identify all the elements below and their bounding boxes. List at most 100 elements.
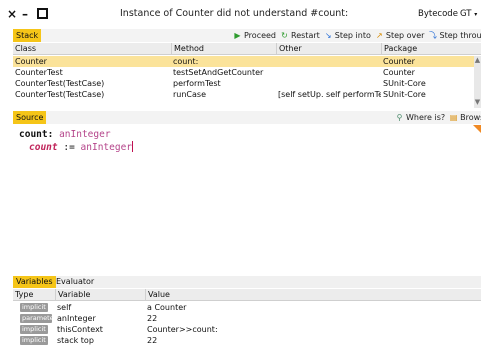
variable-value: Counter>>count: [147,325,218,334]
column-header-variable[interactable]: Variable [55,289,145,301]
modified-corner-icon [473,125,481,133]
variables-tab-bar: Variables Evaluator [13,276,481,288]
stack-cell-class: Counter [15,57,47,66]
stack-row[interactable]: CounterTest testSetAndGetCounter Counter [13,67,481,78]
step-over-icon: ↗ [376,31,383,40]
step-into-button[interactable]: ↘ Step into [324,31,371,40]
close-icon[interactable]: × [7,7,17,21]
restart-icon: ↻ [281,31,288,40]
column-header-type[interactable]: Type [13,289,55,301]
method-selector: count: [19,129,54,140]
column-header-method[interactable]: Method [171,43,276,55]
magnifier-icon: ⚲ [396,113,403,122]
stack-table: Class Method Other Package Counter count… [13,43,481,108]
bytecode-button[interactable]: Bytecode [418,9,458,19]
stack-cell-class: CounterTest(TestCase) [15,90,105,99]
variable-row[interactable]: implicit stack top 22 [13,335,481,346]
window-title: Instance of Counter did not understand #… [120,8,349,19]
step-through-label: Step through [439,31,481,40]
minimize-icon[interactable]: – [22,7,28,21]
variable-value: 22 [147,314,158,323]
scroll-up-icon[interactable]: ▲ [474,56,481,64]
column-header-class[interactable]: Class [13,43,173,55]
assignment-operator: := [63,142,75,153]
stack-cell-other [276,56,381,67]
variable-type-badge: implicit [20,325,48,334]
stack-cell-other [276,78,381,89]
variable-row[interactable]: implicit thisContext Counter>>count: [13,324,481,335]
column-header-value[interactable]: Value [145,289,475,301]
debugger-window: × – Instance of Counter did not understa… [0,0,481,358]
method-argument: anInteger [59,129,111,140]
column-header-other[interactable]: Other [276,43,381,55]
gt-label: GT [460,9,472,19]
variable-name: self [57,303,72,312]
stack-cell-package: SUnit-Core [383,79,426,88]
variable-row[interactable]: parameter anInteger 22 [13,313,481,324]
tab-evaluator[interactable]: Evaluator [53,276,97,288]
tab-variables[interactable]: Variables [13,276,56,288]
assigned-argument: anInteger [80,142,133,153]
variable-value: 22 [147,336,158,345]
play-icon: ▶ [234,31,241,40]
step-over-button[interactable]: ↗ Step over [375,31,425,40]
stack-row[interactable]: CounterTest(TestCase) performTest SUnit-… [13,78,481,89]
where-is-label: Where is? [406,113,446,122]
source-line: count: anInteger [19,129,111,140]
stack-cell-package: Counter [383,57,415,66]
stack-table-header: Class Method Other Package [13,43,481,55]
stack-toolbar: ▶ Proceed ↻ Restart ↘ Step into ↗ Step o… [233,29,481,42]
scroll-down-icon[interactable]: ▼ [474,98,481,106]
stack-cell-other: [self setUp. self performTest [278,90,381,99]
variable-value: a Counter [147,303,187,312]
browse-icon: ▤ [449,113,458,122]
stack-row[interactable]: CounterTest(TestCase) runCase [self setU… [13,89,481,100]
source-toolbar-bar: Source ⚲ Where is? ▤ Browse [13,111,481,124]
browse-label: Browse [460,113,481,122]
stack-toolbar-bar: Stack ▶ Proceed ↻ Restart ↘ Step into ↗ … [13,29,481,42]
stack-cell-method: testSetAndGetCounter [173,68,264,77]
tab-source[interactable]: Source [13,111,47,124]
stack-cell-method: performTest [173,79,221,88]
proceed-label: Proceed [244,31,277,40]
stack-cell-class: CounterTest [15,68,63,77]
stack-cell-other [276,67,381,78]
browse-button[interactable]: ▤ Browse [449,113,481,122]
step-into-label: Step into [334,31,371,40]
instance-variable: count [29,142,58,153]
variable-type-badge: parameter [20,314,52,323]
stack-cell-package: Counter [383,68,415,77]
variable-name: stack top [57,336,94,345]
variables-table: Type Variable Value implicit self a Coun… [13,289,481,358]
variable-row[interactable]: implicit self a Counter [13,302,481,313]
where-is-button[interactable]: ⚲ Where is? [395,113,446,122]
stack-cell-method: count: [173,57,199,66]
step-into-icon: ↘ [324,31,332,40]
source-editor[interactable]: count: anInteger count := anInteger [13,125,481,270]
stack-cell-class: CounterTest(TestCase) [15,79,105,88]
chevron-down-icon: ▾ [474,11,478,18]
left-gutter [0,28,13,358]
proceed-button[interactable]: ▶ Proceed [233,31,276,40]
variable-type-badge: implicit [20,336,48,345]
source-toolbar: ⚲ Where is? ▤ Browse [395,111,481,124]
variable-name: anInteger [57,314,96,323]
restart-label: Restart [291,31,320,40]
column-header-package[interactable]: Package [381,43,473,55]
variable-type-badge: implicit [20,303,48,312]
gt-menu-button[interactable]: GT ▾ [460,9,477,19]
stack-cell-method: runCase [173,90,207,99]
source-line: count := anInteger [29,141,134,153]
title-bar: × – Instance of Counter did not understa… [0,0,481,28]
stack-cell-package: SUnit-Core [383,90,426,99]
variables-table-header: Type Variable Value [13,289,481,301]
step-over-label: Step over [385,31,425,40]
step-through-icon: ⤵ [428,31,437,40]
text-caret [132,141,134,152]
step-through-button[interactable]: ⤵ Step through [428,31,481,40]
stack-row[interactable]: Counter count: Counter [13,56,481,67]
variable-name: thisContext [57,325,103,334]
maximize-icon[interactable] [37,8,48,19]
tab-stack[interactable]: Stack [13,29,42,42]
restart-button[interactable]: ↻ Restart [280,31,320,40]
